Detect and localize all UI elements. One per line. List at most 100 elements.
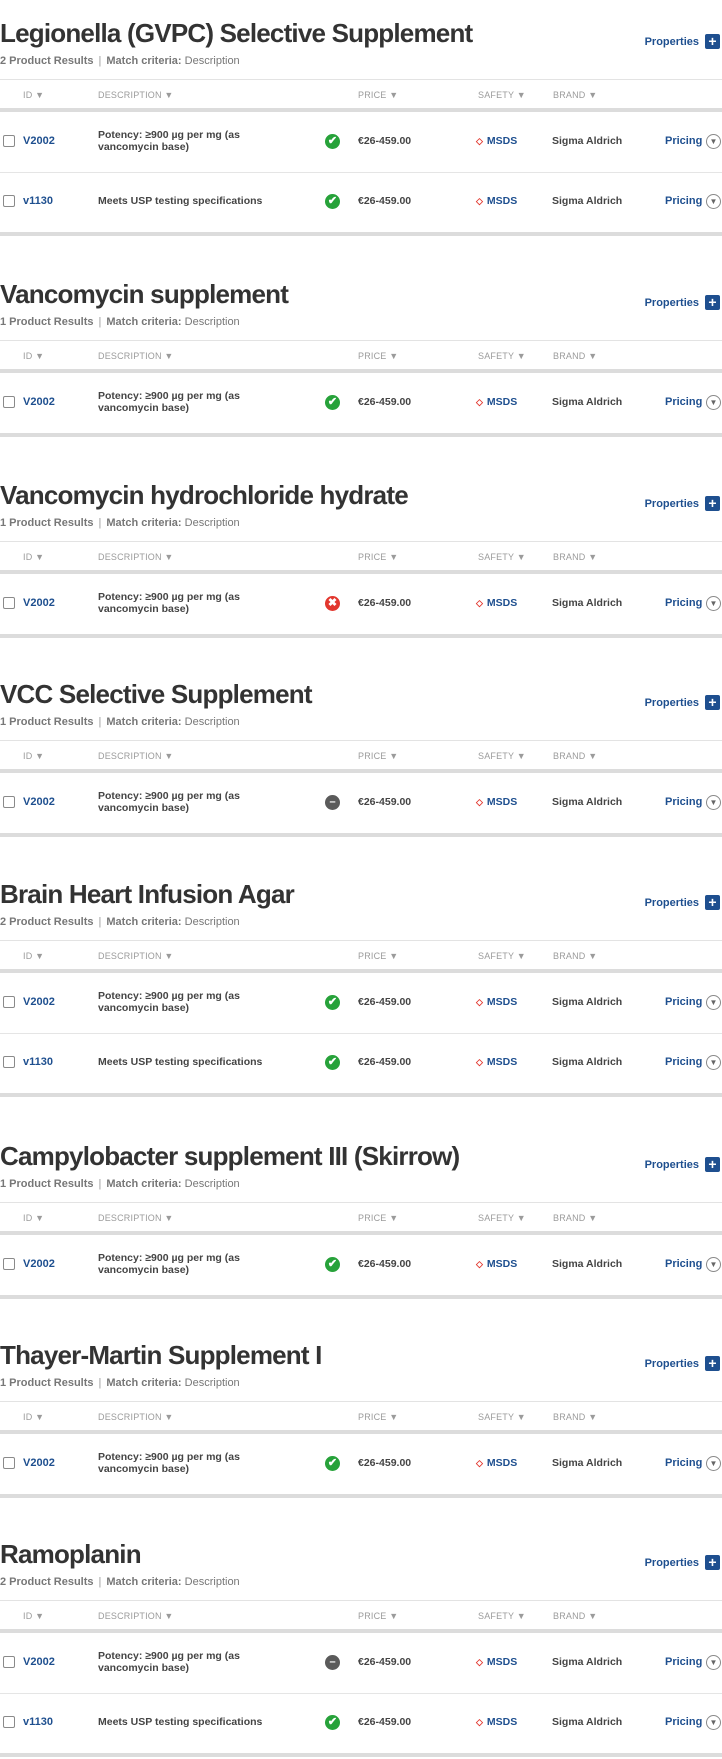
column-header-sort[interactable]: DESCRIPTION ▼ — [98, 1611, 174, 1621]
row-select-checkbox[interactable] — [3, 597, 15, 609]
pricing-link[interactable]: Pricing — [665, 1716, 702, 1728]
product-id-link[interactable]: V2002 — [23, 1457, 55, 1469]
msds-link[interactable]: ◇ MSDS — [476, 796, 517, 808]
column-header-sort[interactable]: PRICE ▼ — [358, 1213, 398, 1223]
column-header-sort[interactable]: BRAND ▼ — [553, 1611, 597, 1621]
column-header-sort[interactable]: DESCRIPTION ▼ — [98, 552, 174, 562]
column-header-sort[interactable]: PRICE ▼ — [358, 552, 398, 562]
product-id-link[interactable]: V2002 — [23, 1656, 55, 1668]
column-header-sort[interactable]: DESCRIPTION ▼ — [98, 1412, 174, 1422]
pricing-link[interactable]: Pricing — [665, 996, 702, 1008]
properties-toggle[interactable]: Properties + — [645, 1157, 720, 1172]
msds-link[interactable]: ◇ MSDS — [476, 597, 517, 609]
column-header-sort[interactable]: ID ▼ — [23, 1611, 44, 1621]
column-header-sort[interactable]: PRICE ▼ — [358, 1412, 398, 1422]
product-id-link[interactable]: V2002 — [23, 135, 55, 147]
row-select-checkbox[interactable] — [3, 1056, 15, 1068]
msds-link[interactable]: ◇ MSDS — [476, 1457, 517, 1469]
properties-toggle[interactable]: Properties + — [645, 1555, 720, 1570]
pricing-link[interactable]: Pricing — [665, 135, 702, 147]
chevron-down-icon[interactable]: ▼ — [706, 1715, 721, 1730]
product-id-link[interactable]: V2002 — [23, 597, 55, 609]
column-header-sort[interactable]: SAFETY ▼ — [478, 951, 526, 961]
column-header-sort[interactable]: DESCRIPTION ▼ — [98, 351, 174, 361]
product-id-link[interactable]: v1130 — [23, 195, 53, 207]
product-title[interactable]: VCC Selective Supplement — [0, 679, 312, 709]
column-header-sort[interactable]: PRICE ▼ — [358, 1611, 398, 1621]
row-select-checkbox[interactable] — [3, 996, 15, 1008]
chevron-down-icon[interactable]: ▼ — [706, 1456, 721, 1471]
properties-toggle[interactable]: Properties + — [645, 895, 720, 910]
product-id-link[interactable]: V2002 — [23, 1258, 55, 1270]
msds-link[interactable]: ◇ MSDS — [476, 195, 517, 207]
pricing-link[interactable]: Pricing — [665, 1457, 702, 1469]
properties-toggle[interactable]: Properties + — [645, 1356, 720, 1371]
product-id-link[interactable]: V2002 — [23, 996, 55, 1008]
row-select-checkbox[interactable] — [3, 796, 15, 808]
row-select-checkbox[interactable] — [3, 396, 15, 408]
column-header-sort[interactable]: DESCRIPTION ▼ — [98, 90, 174, 100]
msds-link[interactable]: ◇ MSDS — [476, 396, 517, 408]
column-header-sort[interactable]: SAFETY ▼ — [478, 1213, 526, 1223]
column-header-sort[interactable]: SAFETY ▼ — [478, 351, 526, 361]
column-header-sort[interactable]: DESCRIPTION ▼ — [98, 1213, 174, 1223]
product-id-link[interactable]: v1130 — [23, 1056, 53, 1068]
column-header-sort[interactable]: ID ▼ — [23, 351, 44, 361]
chevron-down-icon[interactable]: ▼ — [706, 134, 721, 149]
chevron-down-icon[interactable]: ▼ — [706, 194, 721, 209]
column-header-sort[interactable]: BRAND ▼ — [553, 1412, 597, 1422]
column-header-sort[interactable]: ID ▼ — [23, 1412, 44, 1422]
row-select-checkbox[interactable] — [3, 135, 15, 147]
pricing-link[interactable]: Pricing — [665, 1056, 702, 1068]
row-select-checkbox[interactable] — [3, 1656, 15, 1668]
column-header-sort[interactable]: PRICE ▼ — [358, 751, 398, 761]
column-header-sort[interactable]: SAFETY ▼ — [478, 552, 526, 562]
chevron-down-icon[interactable]: ▼ — [706, 1257, 721, 1272]
column-header-sort[interactable]: DESCRIPTION ▼ — [98, 751, 174, 761]
column-header-sort[interactable]: DESCRIPTION ▼ — [98, 951, 174, 961]
msds-link[interactable]: ◇ MSDS — [476, 1056, 517, 1068]
pricing-link[interactable]: Pricing — [665, 597, 702, 609]
column-header-sort[interactable]: SAFETY ▼ — [478, 1611, 526, 1621]
product-title[interactable]: Vancomycin hydrochloride hydrate — [0, 480, 409, 510]
pricing-link[interactable]: Pricing — [665, 396, 702, 408]
column-header-sort[interactable]: PRICE ▼ — [358, 351, 398, 361]
row-select-checkbox[interactable] — [3, 1258, 15, 1270]
column-header-sort[interactable]: ID ▼ — [23, 751, 44, 761]
column-header-sort[interactable]: SAFETY ▼ — [478, 1412, 526, 1422]
product-title[interactable]: Brain Heart Infusion Agar — [0, 879, 295, 909]
column-header-sort[interactable]: BRAND ▼ — [553, 351, 597, 361]
column-header-sort[interactable]: ID ▼ — [23, 1213, 44, 1223]
product-title[interactable]: Legionella (GVPC) Selective Supplement — [0, 18, 473, 48]
product-title[interactable]: Vancomycin supplement — [0, 279, 289, 309]
product-id-link[interactable]: V2002 — [23, 396, 55, 408]
column-header-sort[interactable]: SAFETY ▼ — [478, 751, 526, 761]
column-header-sort[interactable]: ID ▼ — [23, 552, 44, 562]
column-header-sort[interactable]: SAFETY ▼ — [478, 90, 526, 100]
pricing-link[interactable]: Pricing — [665, 1258, 702, 1270]
chevron-down-icon[interactable]: ▼ — [706, 1055, 721, 1070]
chevron-down-icon[interactable]: ▼ — [706, 995, 721, 1010]
column-header-sort[interactable]: PRICE ▼ — [358, 90, 398, 100]
column-header-sort[interactable]: BRAND ▼ — [553, 1213, 597, 1223]
msds-link[interactable]: ◇ MSDS — [476, 996, 517, 1008]
row-select-checkbox[interactable] — [3, 195, 15, 207]
row-select-checkbox[interactable] — [3, 1716, 15, 1728]
pricing-link[interactable]: Pricing — [665, 195, 702, 207]
product-id-link[interactable]: V2002 — [23, 796, 55, 808]
properties-toggle[interactable]: Properties + — [645, 295, 720, 310]
column-header-sort[interactable]: BRAND ▼ — [553, 951, 597, 961]
msds-link[interactable]: ◇ MSDS — [476, 1258, 517, 1270]
column-header-sort[interactable]: BRAND ▼ — [553, 751, 597, 761]
product-title[interactable]: Ramoplanin — [0, 1539, 142, 1569]
column-header-sort[interactable]: BRAND ▼ — [553, 552, 597, 562]
product-id-link[interactable]: v1130 — [23, 1716, 53, 1728]
msds-link[interactable]: ◇ MSDS — [476, 1656, 517, 1668]
msds-link[interactable]: ◇ MSDS — [476, 1716, 517, 1728]
column-header-sort[interactable]: PRICE ▼ — [358, 951, 398, 961]
chevron-down-icon[interactable]: ▼ — [706, 395, 721, 410]
product-title[interactable]: Campylobacter supplement III (Skirrow) — [0, 1141, 460, 1171]
row-select-checkbox[interactable] — [3, 1457, 15, 1469]
properties-toggle[interactable]: Properties + — [645, 496, 720, 511]
msds-link[interactable]: ◇ MSDS — [476, 135, 517, 147]
